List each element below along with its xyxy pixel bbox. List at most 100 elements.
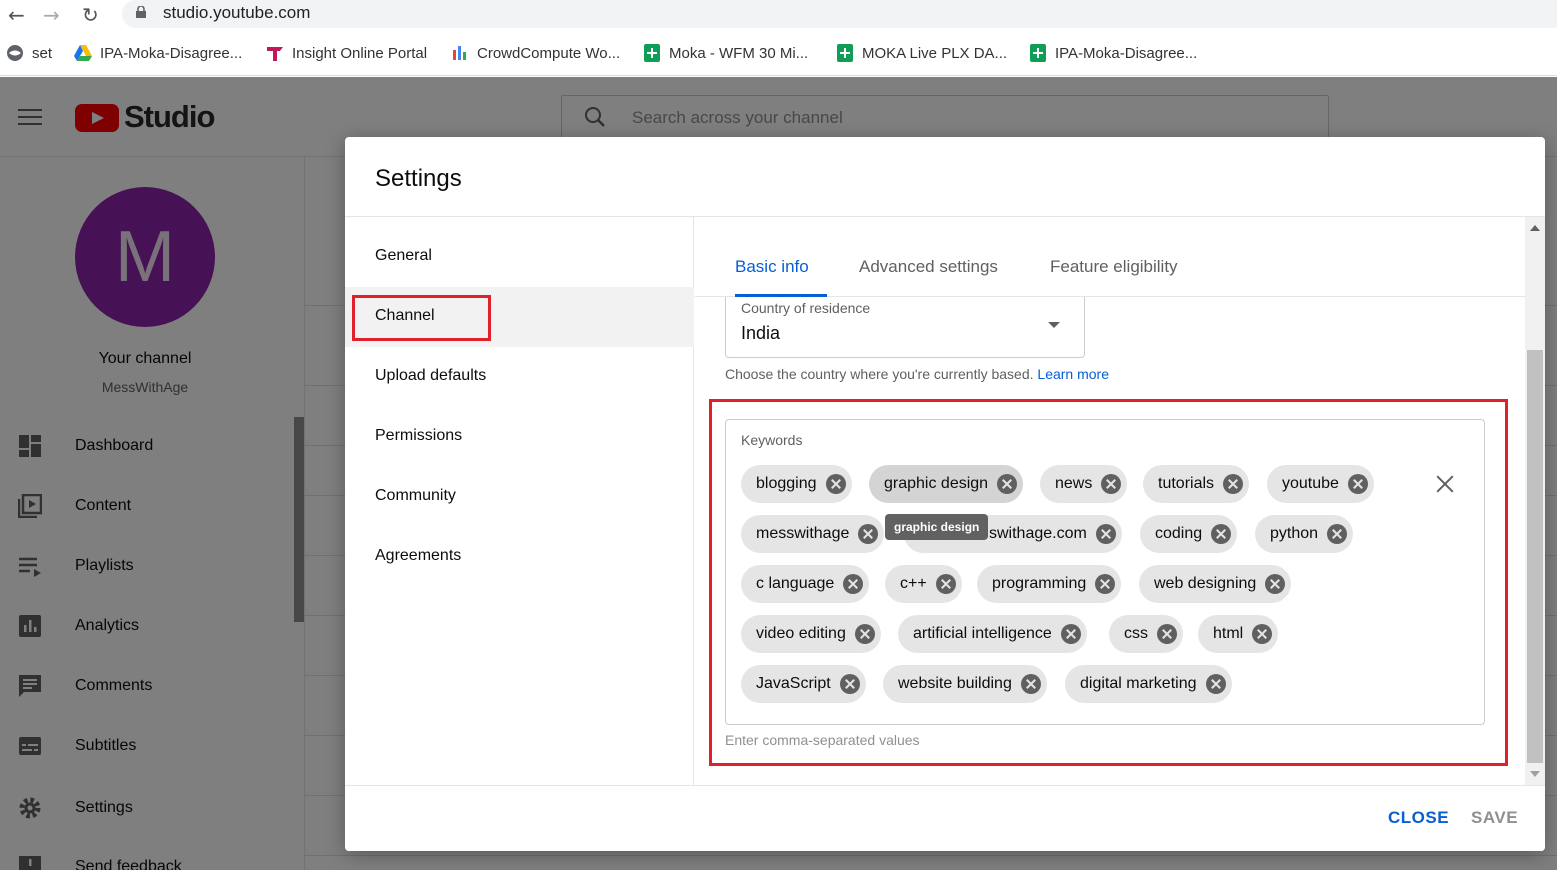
remove-chip-icon[interactable] <box>935 574 956 594</box>
chip-label: html <box>1213 625 1244 642</box>
chip-label: artificial intelligence <box>913 625 1052 642</box>
learn-more-link[interactable]: Learn more <box>1037 366 1109 382</box>
bookmark-item[interactable]: IPA-Moka-Disagree... <box>1029 44 1197 62</box>
chip-label: c language <box>756 575 835 592</box>
google-sheets-icon <box>836 44 854 62</box>
keyword-chip: css <box>1109 615 1183 653</box>
remove-chip-icon[interactable] <box>854 624 875 644</box>
settings-sections: General Channel Upload defaults Permissi… <box>345 217 694 785</box>
settings-section-agreements[interactable]: Agreements <box>345 527 694 587</box>
chip-label: JavaScript <box>756 675 831 692</box>
chip-label: video editing <box>756 625 846 642</box>
bookmark-item[interactable]: Moka - WFM 30 Mi... <box>643 44 808 62</box>
settings-dialog: Settings General Channel Upload defaults… <box>345 137 1545 851</box>
crowdcompute-icon <box>451 44 469 62</box>
bookmark-label: IPA-Moka-Disagree... <box>1055 44 1198 62</box>
chip-label: programming <box>992 575 1087 592</box>
country-help: Choose the country where you're currentl… <box>725 366 1034 382</box>
chip-label: news <box>1055 475 1093 492</box>
section-label: Permissions <box>375 427 463 444</box>
keyword-chip: html <box>1198 615 1279 653</box>
clear-keywords-icon[interactable] <box>1433 472 1457 496</box>
settings-section-general[interactable]: General <box>345 227 694 287</box>
settings-section-permissions[interactable]: Permissions <box>345 407 694 467</box>
bookmark-item[interactable]: CrowdCompute Wo... <box>451 44 620 62</box>
bookmark-item[interactable]: Insight Online Portal <box>266 44 427 62</box>
bookmark-label: CrowdCompute Wo... <box>477 44 621 62</box>
keyword-chip: graphic design <box>869 465 1024 503</box>
settings-tabs: Basic info Advanced settings Feature eli… <box>695 217 1525 297</box>
insight-logo-icon <box>266 44 284 62</box>
chip-label: tutorials <box>1158 475 1215 492</box>
keyword-chip: c++ <box>885 565 962 603</box>
chip-label: web designing <box>1154 575 1257 592</box>
remove-chip-icon[interactable] <box>858 524 879 544</box>
browser-address-bar: ← → ↻ studio.youtube.com <box>0 0 1557 30</box>
bookmark-label: IPA-Moka-Disagree... <box>100 44 243 62</box>
keywords-field[interactable]: Keywords blogging graphic design news tu… <box>725 419 1485 725</box>
section-label: Agreements <box>375 547 462 564</box>
remove-chip-icon[interactable] <box>997 474 1018 494</box>
bookmarks-bar: set IPA-Moka-Disagree... Insight Online … <box>0 30 1557 76</box>
bookmark-item[interactable]: MOKA Live PLX DA... <box>836 44 1007 62</box>
settings-section-upload-defaults[interactable]: Upload defaults <box>345 347 694 407</box>
bookmark-item[interactable]: set <box>6 44 52 62</box>
keywords-label: Keywords <box>741 432 803 448</box>
remove-chip-icon[interactable] <box>1347 474 1368 494</box>
chip-label: swithage.com <box>989 525 1087 542</box>
country-select[interactable]: Country of residence India <box>725 297 1085 358</box>
keyword-chip: web designing <box>1139 565 1292 603</box>
remove-chip-icon[interactable] <box>1211 524 1232 544</box>
tab-advanced-settings[interactable]: Advanced settings <box>859 257 998 277</box>
remove-chip-icon[interactable] <box>1265 574 1286 594</box>
remove-chip-icon[interactable] <box>1205 674 1226 694</box>
bookmark-item[interactable]: IPA-Moka-Disagree... <box>74 44 242 62</box>
remove-chip-icon[interactable] <box>1101 474 1122 494</box>
bookmark-label: MOKA Live PLX DA... <box>862 44 1008 62</box>
remove-chip-icon[interactable] <box>825 474 846 494</box>
keyword-chip: messwithage <box>741 515 885 553</box>
chip-label: graphic design <box>884 475 989 492</box>
forward-icon[interactable]: → <box>43 3 60 27</box>
url-field[interactable] <box>122 0 1557 28</box>
settings-section-community[interactable]: Community <box>345 467 694 527</box>
google-sheets-icon <box>1029 44 1047 62</box>
chip-label: messwithage <box>756 525 850 542</box>
tab-basic-info[interactable]: Basic info <box>735 257 809 277</box>
keyword-chip: python <box>1255 515 1354 553</box>
keyword-chip: youtube <box>1267 465 1374 503</box>
bookmark-label: set <box>32 44 53 62</box>
remove-chip-icon[interactable] <box>1095 574 1116 594</box>
scroll-up-icon[interactable] <box>1530 225 1540 231</box>
back-icon[interactable]: ← <box>8 3 25 27</box>
dialog-scroll-thumb[interactable] <box>1527 350 1543 763</box>
keyword-chip: video editing <box>741 615 881 653</box>
keyword-chip: website building <box>883 665 1047 703</box>
remove-chip-icon[interactable] <box>1223 474 1244 494</box>
keyword-chip: blogging <box>741 465 852 503</box>
google-sheets-icon <box>643 44 661 62</box>
remove-chip-icon[interactable] <box>1060 624 1081 644</box>
active-tab-indicator <box>735 294 827 297</box>
keyword-chip: digital marketing <box>1065 665 1232 703</box>
remove-chip-icon[interactable] <box>1327 524 1348 544</box>
keyword-chip: artificial intelligence <box>898 615 1087 653</box>
bookmark-label: Insight Online Portal <box>292 44 428 62</box>
section-label: General <box>375 247 432 264</box>
remove-chip-icon[interactable] <box>1252 624 1273 644</box>
remove-chip-icon[interactable] <box>1020 674 1041 694</box>
tab-feature-eligibility[interactable]: Feature eligibility <box>1050 257 1178 277</box>
keyword-chip: news <box>1040 465 1128 503</box>
remove-chip-icon[interactable] <box>839 674 860 694</box>
reload-icon[interactable]: ↻ <box>82 3 99 27</box>
chip-label: coding <box>1155 525 1203 542</box>
chip-label: c++ <box>900 575 927 592</box>
highlight-box-channel <box>352 295 491 341</box>
close-button[interactable]: CLOSE <box>1388 808 1449 828</box>
save-button[interactable]: SAVE <box>1471 808 1518 828</box>
remove-chip-icon[interactable] <box>1095 524 1116 544</box>
dialog-footer: CLOSE SAVE <box>345 785 1545 851</box>
remove-chip-icon[interactable] <box>1157 624 1177 644</box>
remove-chip-icon[interactable] <box>843 574 864 594</box>
scroll-down-icon[interactable] <box>1530 771 1540 777</box>
